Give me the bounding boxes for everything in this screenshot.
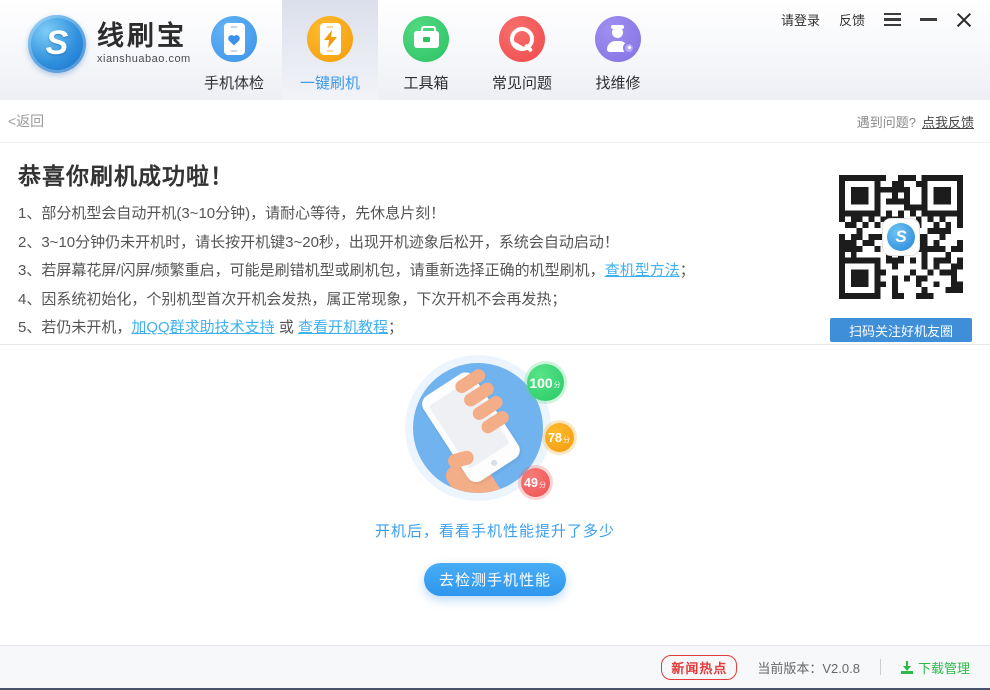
nav-item-faq[interactable]: 常见问题 <box>474 0 570 100</box>
menu-icon[interactable] <box>884 18 901 20</box>
one-key-flash-icon <box>307 16 353 62</box>
nav-item-toolbox[interactable]: 工具箱 <box>378 0 474 100</box>
minimize-icon[interactable] <box>920 18 937 20</box>
phone-checkup-icon <box>211 16 257 62</box>
close-icon[interactable] <box>956 12 972 28</box>
tip-line-1: 1、部分机型会自动开机(3~10分钟)，请耐心等待，先休息片刻！ <box>18 200 790 229</box>
boot-tutorial-link[interactable]: 查看开机教程 <box>298 319 388 336</box>
qq-group-link[interactable]: 加QQ群求助技术支持 <box>131 319 274 336</box>
score-unit: 分 <box>539 480 546 490</box>
nav-label: 手机体检 <box>204 72 264 93</box>
news-hotspot-badge[interactable]: 新闻热点 <box>661 655 737 680</box>
tip-line-4: 4、因系统初始化，个别机型首次开机会发热，属正常现象，下次开机不会再发热； <box>18 286 790 315</box>
nav-label: 常见问题 <box>492 72 552 93</box>
phone-shape <box>320 23 341 55</box>
brand-text: 线刷宝 xianshuabao.com <box>97 23 191 65</box>
nav-label: 一键刷机 <box>300 72 360 93</box>
brand-name: 线刷宝 <box>97 23 191 50</box>
download-manager-link[interactable]: 下载管理 <box>901 658 970 677</box>
tip-line-3: 3、若屏幕花屏/闪屏/频繁重启，可能是刷错机型或刷机包，请重新选择正确的机型刷机… <box>18 257 790 286</box>
footer-divider <box>880 659 881 675</box>
tip-text: 2、3~10分钟仍未开机时，请长按开机键3~20秒，出现开机迹象后松开，系统会自… <box>18 234 619 251</box>
tips-list: 1、部分机型会自动开机(3~10分钟)，请耐心等待，先休息片刻！ 2、3~10分… <box>18 200 790 343</box>
nav-label: 找维修 <box>595 72 640 93</box>
qr-code: S <box>839 175 963 299</box>
wrench-badge <box>623 42 635 54</box>
repairman-shape <box>605 27 631 52</box>
phone-shape <box>224 23 245 55</box>
brand-logo: S 线刷宝 xianshuabao.com <box>28 15 191 73</box>
score-badge-78: 78分 <box>545 423 574 452</box>
subheader: <返回 遇到问题? 点我反馈 <box>0 100 990 143</box>
score-badge-100: 100分 <box>527 364 564 401</box>
login-link[interactable]: 请登录 <box>781 10 820 29</box>
tip-text: 3、若屏幕花屏/闪屏/频繁重启，可能是刷错机型或刷机包，请重新选择正确的机型刷机… <box>18 262 605 279</box>
issue-feedback-link[interactable]: 点我反馈 <box>922 112 974 131</box>
nav-item-phone-checkup[interactable]: 手机体检 <box>186 0 282 100</box>
tip-line-5: 5、若仍未开机，加QQ群求助技术支持 或 查看开机教程； <box>18 314 790 343</box>
qr-brand-initial: S <box>887 223 915 251</box>
nav-label: 工具箱 <box>403 72 448 93</box>
score-value: 49 <box>524 476 538 490</box>
qr-center-logo: S <box>883 219 919 255</box>
tip-text: 5、若仍未开机， <box>18 319 131 336</box>
toolbox-icon <box>403 16 449 62</box>
app-window: S 线刷宝 xianshuabao.com 手机体检 <box>0 0 990 690</box>
tip-text: 4、因系统初始化，个别机型首次开机会发热，属正常现象，下次开机不会再发热； <box>18 291 566 308</box>
success-title: 恭喜你刷机成功啦！ <box>18 157 790 191</box>
score-unit: 分 <box>563 435 570 445</box>
lightning-icon <box>324 30 337 48</box>
q-bubble-shape <box>510 27 534 51</box>
download-icon <box>901 661 913 674</box>
main-nav: 手机体检 一键刷机 工具箱 常见问题 <box>186 0 666 100</box>
header: S 线刷宝 xianshuabao.com 手机体检 <box>0 0 990 100</box>
brand-logo-icon: S <box>28 15 86 73</box>
phone-in-hand-illustration: 100分 78分 49分 <box>413 363 578 500</box>
score-badge-49: 49分 <box>521 468 550 497</box>
nav-item-find-repair[interactable]: 找维修 <box>570 0 666 100</box>
performance-hint: 开机后，看看手机性能提升了多少 <box>0 520 990 541</box>
tip-line-2: 2、3~10分钟仍未开机时，请长按开机键3~20秒，出现开机迹象后松开，系统会自… <box>18 229 790 258</box>
tip-text: ； <box>680 262 695 279</box>
tip-text: 或 <box>275 319 298 336</box>
issue-help: 遇到问题? 点我反馈 <box>857 112 974 131</box>
brand-initial: S <box>46 24 69 63</box>
head-shape <box>612 27 623 38</box>
detect-performance-button[interactable]: 去检测手机性能 <box>424 563 566 596</box>
phone-home-button <box>489 459 497 467</box>
nav-item-one-key-flash[interactable]: 一键刷机 <box>282 0 378 100</box>
heart-icon <box>227 33 241 46</box>
briefcase-shape <box>414 31 439 48</box>
faq-icon <box>499 16 545 62</box>
performance-section: 100分 78分 49分 开机后，看看手机性能提升了多少 去检测手机性能 <box>0 363 990 663</box>
issue-prompt: 遇到问题? <box>857 112 916 131</box>
repair-icon <box>595 16 641 62</box>
feedback-link[interactable]: 反馈 <box>839 10 865 29</box>
version-text: 当前版本：V2.0.8 <box>757 658 860 677</box>
tip-text: 1、部分机型会自动开机(3~10分钟)，请耐心等待，先休息片刻！ <box>18 205 445 222</box>
qr-panel: S 扫码关注好机友圈 <box>830 175 972 342</box>
success-section: 恭喜你刷机成功啦！ 1、部分机型会自动开机(3~10分钟)，请耐心等待，先休息片… <box>0 143 990 345</box>
back-link[interactable]: <返回 <box>8 111 44 131</box>
score-value: 78 <box>548 431 562 445</box>
brand-domain: xianshuabao.com <box>97 53 191 65</box>
download-label: 下载管理 <box>918 658 970 677</box>
score-value: 100 <box>529 375 552 391</box>
qr-follow-button[interactable]: 扫码关注好机友圈 <box>830 318 972 342</box>
titlebar-controls: 请登录 反馈 <box>781 10 972 29</box>
footer: 新闻热点 当前版本：V2.0.8 下载管理 <box>0 645 990 690</box>
score-unit: 分 <box>554 380 561 390</box>
check-model-link[interactable]: 查机型方法 <box>605 262 680 279</box>
tip-text: ； <box>388 319 403 336</box>
